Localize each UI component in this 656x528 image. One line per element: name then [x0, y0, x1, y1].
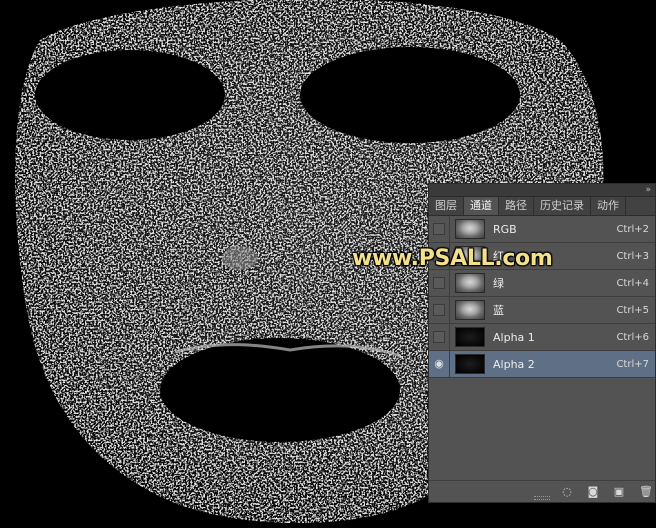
panel-tabs: 图层 通道 路径 历史记录 动作 [429, 197, 655, 216]
channel-row-green[interactable]: 绿 Ctrl+4 [429, 270, 655, 297]
channel-shortcut: Ctrl+3 [616, 250, 649, 262]
visibility-toggle[interactable] [429, 297, 450, 323]
eye-icon: ◉ [434, 357, 444, 370]
channel-shortcut: Ctrl+5 [616, 304, 649, 316]
visibility-box [433, 277, 445, 289]
channel-thumbnail [455, 219, 485, 239]
channel-name: Alpha 1 [493, 330, 535, 344]
channel-name: Alpha 2 [493, 357, 535, 371]
channel-thumbnail [455, 327, 485, 347]
channel-row-alpha-1[interactable]: Alpha 1 Ctrl+6 [429, 324, 655, 351]
channel-shortcut: Ctrl+4 [616, 277, 649, 289]
visibility-box [433, 331, 445, 343]
channel-thumbnail [455, 273, 485, 293]
channel-shortcut: Ctrl+2 [616, 223, 649, 235]
tab-paths[interactable]: 路径 [499, 197, 534, 215]
channel-row-rgb[interactable]: RGB Ctrl+2 [429, 216, 655, 243]
visibility-toggle[interactable]: ◉ [429, 351, 450, 377]
channel-row-alpha-2[interactable]: ◉ Alpha 2 Ctrl+7 [429, 351, 655, 378]
watermark-text: www.PSALL.com [352, 246, 553, 271]
new-channel-icon[interactable]: ▣ [613, 485, 625, 498]
channel-row-blue[interactable]: 蓝 Ctrl+5 [429, 297, 655, 324]
channel-list: RGB Ctrl+2 红 Ctrl+3 绿 Ctrl+4 蓝 Ctrl+5 Al… [429, 216, 655, 378]
channel-name: 绿 [493, 277, 504, 290]
panel-title-bar[interactable]: » [429, 184, 655, 197]
channel-thumbnail [455, 300, 485, 320]
tab-history[interactable]: 历史记录 [534, 197, 591, 215]
tab-channels[interactable]: 通道 [464, 197, 499, 215]
channel-name: 蓝 [493, 304, 504, 317]
panel-footer: ◌ ◙ ▣ 🗑 [429, 480, 655, 502]
visibility-box [433, 304, 445, 316]
tab-actions[interactable]: 动作 [591, 197, 626, 215]
visibility-toggle[interactable] [429, 324, 450, 350]
trash-icon[interactable]: 🗑 [639, 485, 653, 498]
channel-name: RGB [493, 222, 517, 236]
channel-shortcut: Ctrl+6 [616, 331, 649, 343]
channels-panel: » 图层 通道 路径 历史记录 动作 RGB Ctrl+2 红 Ctrl+3 绿… [428, 183, 656, 503]
channel-shortcut: Ctrl+7 [616, 358, 649, 370]
tab-layers[interactable]: 图层 [429, 197, 464, 215]
mask-icon[interactable]: ◙ [587, 485, 599, 498]
resize-grip[interactable] [534, 496, 550, 500]
channel-thumbnail [455, 354, 485, 374]
dotted-circle-icon[interactable]: ◌ [561, 485, 573, 498]
visibility-box [433, 223, 445, 235]
visibility-toggle[interactable] [429, 216, 450, 242]
visibility-toggle[interactable] [429, 270, 450, 296]
double-chevron-right-icon[interactable]: » [645, 185, 651, 195]
